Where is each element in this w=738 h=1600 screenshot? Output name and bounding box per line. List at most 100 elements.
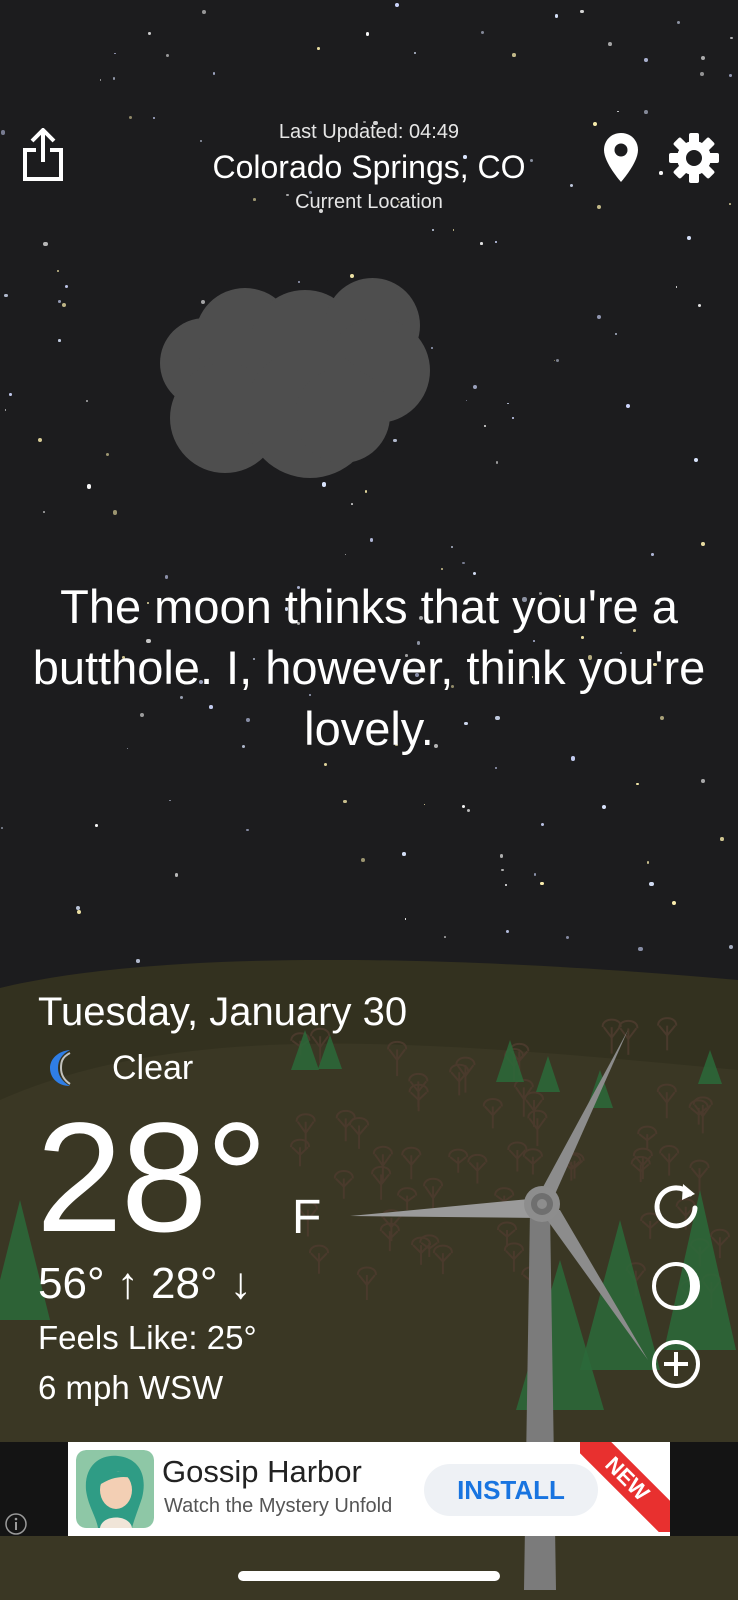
star (512, 53, 516, 57)
star (246, 828, 249, 832)
star (62, 302, 67, 307)
star (540, 822, 545, 827)
star (43, 241, 48, 246)
star (1, 827, 3, 830)
star (38, 438, 43, 443)
star (343, 800, 347, 804)
star (450, 546, 453, 549)
ad-info-icon[interactable] (4, 1512, 28, 1536)
star (504, 884, 507, 886)
star (675, 286, 678, 288)
star (720, 837, 724, 841)
star (499, 854, 504, 858)
star (394, 3, 399, 8)
star (472, 385, 477, 390)
star (700, 71, 704, 76)
star (361, 858, 366, 863)
moon-phase-icon (652, 1262, 700, 1310)
map-pin-icon (604, 133, 638, 182)
star (444, 936, 446, 938)
star (432, 229, 435, 232)
star (0, 130, 6, 135)
star (9, 393, 12, 396)
star (617, 110, 619, 113)
moon-phase-button[interactable] (650, 1260, 702, 1312)
weather-quote: The moon thinks that you're a butthole. … (32, 580, 706, 755)
star (615, 333, 618, 336)
star (729, 203, 731, 205)
star (58, 339, 61, 342)
condition-row: Clear (44, 1046, 193, 1090)
temperature-unit-toggle[interactable]: F (292, 1190, 321, 1246)
weather-date: Tuesday, January 30 (38, 990, 408, 1034)
star (324, 762, 328, 766)
star (86, 484, 92, 489)
home-indicator[interactable] (238, 1571, 500, 1581)
feels-like-temperature: Feels Like: 25° (38, 1319, 257, 1356)
star (635, 782, 639, 786)
share-icon (23, 127, 63, 181)
star (202, 10, 206, 15)
refresh-button[interactable] (650, 1180, 702, 1232)
star (402, 852, 406, 856)
star (462, 804, 466, 809)
star (212, 72, 216, 75)
star (105, 452, 110, 456)
star (128, 115, 133, 120)
star (700, 55, 706, 61)
ad-new-badge: NEW (580, 1442, 670, 1532)
star (57, 269, 60, 272)
star (701, 779, 705, 783)
star (113, 52, 116, 55)
star (608, 42, 613, 46)
star (472, 571, 477, 576)
star (481, 31, 485, 35)
star (42, 510, 45, 513)
star (414, 51, 417, 54)
star (647, 861, 650, 864)
star (351, 502, 354, 505)
star (452, 229, 455, 231)
star (601, 804, 606, 810)
current-temperature: 28° (36, 1091, 268, 1265)
star (58, 300, 62, 304)
star (494, 766, 498, 770)
crescent-moon-icon (50, 1050, 71, 1086)
star (580, 9, 584, 14)
add-location-button[interactable] (650, 1338, 702, 1390)
star (728, 944, 733, 949)
star (148, 32, 151, 35)
star (592, 121, 597, 126)
star (553, 359, 556, 362)
star (4, 293, 8, 297)
ad-title: Gossip Harbor (162, 1454, 362, 1489)
star (76, 910, 81, 915)
settings-button[interactable] (668, 132, 720, 184)
ad-install-button[interactable]: INSTALL (424, 1464, 598, 1516)
star (506, 402, 509, 405)
star (569, 183, 574, 187)
ad-banner[interactable]: Gossip Harbor Watch the Mystery Unfold I… (68, 1442, 670, 1536)
star (423, 803, 426, 806)
ad-app-icon (76, 1450, 154, 1528)
star (95, 824, 99, 828)
star (64, 284, 69, 289)
star (480, 242, 483, 245)
location-button[interactable] (603, 132, 639, 184)
share-button[interactable] (22, 127, 64, 182)
star (651, 553, 654, 556)
star (701, 542, 705, 546)
star (698, 303, 702, 307)
star (555, 358, 559, 362)
city-name[interactable]: Colorado Springs, CO (169, 146, 569, 188)
star (659, 171, 663, 175)
star (676, 20, 681, 25)
star (505, 930, 509, 934)
star (495, 240, 498, 243)
star (4, 409, 7, 411)
star (344, 553, 347, 556)
star (730, 37, 733, 40)
star (112, 77, 116, 80)
star (638, 947, 643, 952)
cloud-illustration (155, 278, 445, 488)
